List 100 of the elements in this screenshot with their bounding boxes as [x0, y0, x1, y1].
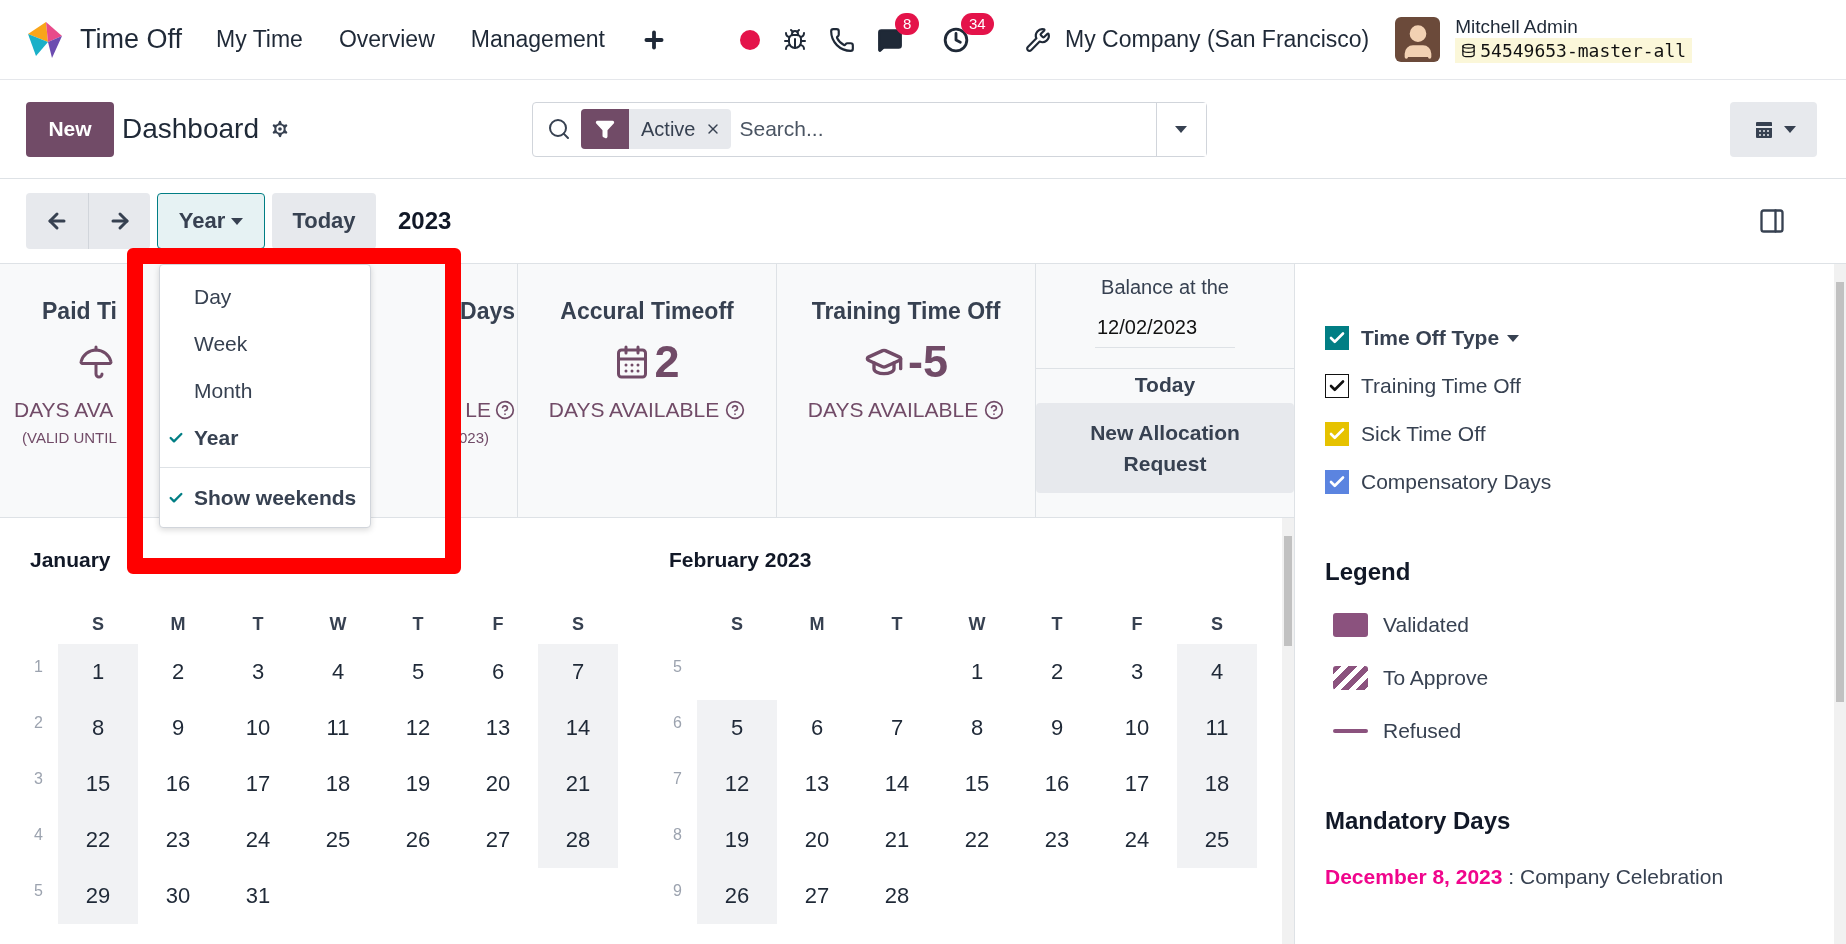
calendar-day[interactable]: 6: [458, 644, 538, 700]
help-icon[interactable]: [984, 400, 1005, 420]
calendar-day[interactable]: 12: [697, 756, 777, 812]
calendar-day[interactable]: 10: [218, 700, 298, 756]
checkbox[interactable]: [1325, 374, 1349, 398]
company-switcher[interactable]: My Company (San Francisco): [1065, 26, 1370, 53]
calendar-day[interactable]: 18: [298, 756, 378, 812]
calendar-day[interactable]: 17: [1097, 756, 1177, 812]
filter-label[interactable]: Sick Time Off: [1361, 422, 1486, 446]
new-allocation-button[interactable]: New Allocation Request: [1036, 403, 1294, 493]
bug-icon[interactable]: [783, 27, 807, 52]
calendar-day[interactable]: 7: [857, 700, 937, 756]
calendar-day[interactable]: 6: [777, 700, 857, 756]
menu-item[interactable]: Show weekends: [160, 474, 370, 521]
user-avatar[interactable]: [1395, 17, 1441, 62]
clock-icon[interactable]: [943, 26, 969, 53]
calendar-day[interactable]: 25: [1177, 812, 1257, 868]
calendar-day[interactable]: 12: [378, 700, 458, 756]
search-field[interactable]: Active Search...: [532, 101, 1207, 157]
calendar-day[interactable]: 7: [538, 644, 618, 700]
user-name[interactable]: Mitchell Admin: [1455, 16, 1693, 38]
calendar-day[interactable]: 21: [538, 756, 618, 812]
today-button[interactable]: Today: [272, 193, 376, 249]
calendar-day[interactable]: 23: [138, 812, 218, 868]
calendar-day[interactable]: 9: [138, 700, 218, 756]
calendar-day[interactable]: 3: [218, 644, 298, 700]
checkbox[interactable]: [1325, 470, 1349, 494]
calendar-day[interactable]: 24: [1097, 812, 1177, 868]
calendar-day[interactable]: 2: [138, 644, 218, 700]
calendar-day[interactable]: 8: [58, 700, 138, 756]
calendar-day[interactable]: 2: [1017, 644, 1097, 700]
previous-button[interactable]: [26, 193, 88, 249]
calendar-day[interactable]: 14: [538, 700, 618, 756]
calendar-day[interactable]: 23: [1017, 812, 1097, 868]
calendar-day[interactable]: 19: [378, 756, 458, 812]
tools-icon[interactable]: [1025, 26, 1051, 53]
calendar-day[interactable]: 16: [1017, 756, 1097, 812]
calendar-day[interactable]: 20: [777, 812, 857, 868]
record-dot-icon[interactable]: [739, 28, 761, 51]
calendar-day[interactable]: 15: [937, 756, 1017, 812]
calendar-day[interactable]: 16: [138, 756, 218, 812]
calendar-day[interactable]: 11: [1177, 700, 1257, 756]
chat-icon[interactable]: [877, 26, 903, 53]
calendar-day[interactable]: 1: [937, 644, 1017, 700]
help-icon[interactable]: [725, 400, 746, 420]
checkbox[interactable]: [1325, 326, 1349, 350]
menu-item[interactable]: Week: [160, 320, 370, 367]
calendar-day[interactable]: 27: [777, 868, 857, 924]
calendar-day[interactable]: 13: [777, 756, 857, 812]
search-options-toggle[interactable]: [1156, 102, 1206, 156]
calendar-day[interactable]: 18: [1177, 756, 1257, 812]
help-icon[interactable]: [495, 400, 515, 420]
calendar-day[interactable]: 19: [697, 812, 777, 868]
calendar-day[interactable]: 22: [937, 812, 1017, 868]
menu-link[interactable]: Overview: [338, 26, 435, 53]
calendar-day[interactable]: 10: [1097, 700, 1177, 756]
menu-item[interactable]: Month: [160, 367, 370, 414]
phone-icon[interactable]: [829, 26, 855, 53]
menu-item[interactable]: Year: [160, 414, 370, 461]
filter-label[interactable]: Compensatory Days: [1361, 470, 1552, 494]
calendar-day[interactable]: 5: [697, 700, 777, 756]
filter-section-title[interactable]: Time Off Type: [1361, 326, 1520, 350]
calendar-day[interactable]: 25: [298, 812, 378, 868]
menu-link[interactable]: My Time: [216, 26, 303, 53]
filter-label[interactable]: Training Time Off: [1361, 374, 1521, 398]
calendar-day[interactable]: 26: [697, 868, 777, 924]
date-field[interactable]: 12/02/2023: [1095, 315, 1235, 348]
calendar-day[interactable]: 22: [58, 812, 138, 868]
calendar-day[interactable]: 11: [298, 700, 378, 756]
calendar-day[interactable]: 14: [857, 756, 937, 812]
menu-link[interactable]: Management: [470, 26, 605, 53]
calendar-day[interactable]: 28: [538, 812, 618, 868]
calendar-day[interactable]: 27: [458, 812, 538, 868]
side-panel-toggle-icon[interactable]: [1758, 207, 1786, 235]
menu-item[interactable]: Day: [160, 273, 370, 320]
calendar-day[interactable]: 13: [458, 700, 538, 756]
scale-dropdown-button[interactable]: Year: [157, 193, 265, 249]
next-button[interactable]: [88, 193, 150, 249]
calendar-day[interactable]: 8: [937, 700, 1017, 756]
calendar-day[interactable]: 21: [857, 812, 937, 868]
calendar-day[interactable]: 15: [58, 756, 138, 812]
calendar-day[interactable]: 3: [1097, 644, 1177, 700]
new-button[interactable]: New: [26, 101, 114, 157]
calendar-day[interactable]: 1: [58, 644, 138, 700]
calendar-day[interactable]: 17: [218, 756, 298, 812]
calendar-day[interactable]: 29: [58, 868, 138, 924]
calendar-day[interactable]: 9: [1017, 700, 1097, 756]
calendar-day[interactable]: 4: [1177, 644, 1257, 700]
calendar-view-button[interactable]: [1730, 101, 1817, 157]
calendar-day[interactable]: 24: [218, 812, 298, 868]
calendar-day[interactable]: 4: [298, 644, 378, 700]
calendar-day[interactable]: 20: [458, 756, 538, 812]
settings-icon[interactable]: [269, 118, 291, 140]
scrollbar[interactable]: [1834, 264, 1846, 944]
calendar-day[interactable]: 26: [378, 812, 458, 868]
calendar-day[interactable]: 31: [218, 868, 298, 924]
calendar-day[interactable]: 28: [857, 868, 937, 924]
calendar-day[interactable]: 5: [378, 644, 458, 700]
calendar-day[interactable]: 30: [138, 868, 218, 924]
scrollbar[interactable]: [1282, 518, 1294, 944]
